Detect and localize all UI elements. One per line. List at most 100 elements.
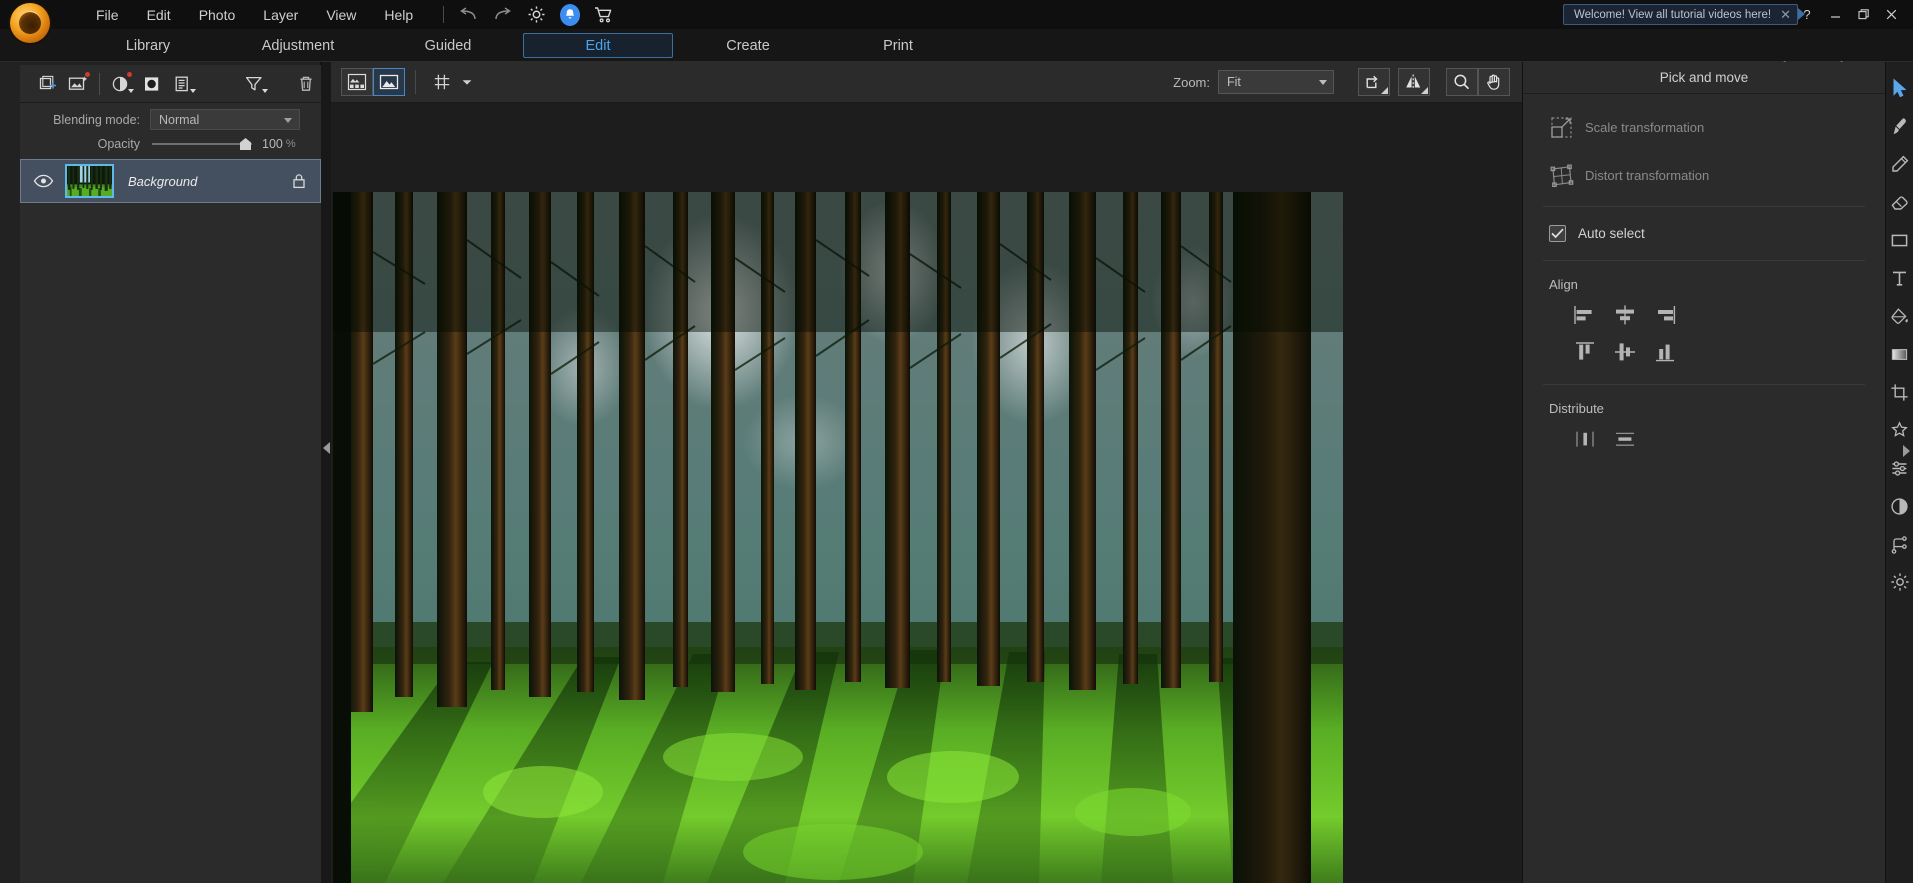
gear-icon[interactable] [526, 5, 546, 25]
auto-select-label: Auto select [1578, 226, 1645, 241]
panel-divider-3 [1543, 384, 1865, 385]
minimize-button[interactable] [1821, 2, 1849, 27]
rotate-options-indicator[interactable] [1381, 87, 1388, 94]
tab-edit[interactable]: Edit [523, 33, 673, 58]
gradient-tool[interactable] [1888, 342, 1912, 366]
auto-select-checkbox[interactable] [1549, 225, 1566, 242]
layer-options-button[interactable] [167, 69, 198, 99]
layer-tree-tool[interactable] [1888, 532, 1912, 556]
window-controls: ? [1793, 0, 1905, 29]
forest-photograph[interactable] [333, 192, 1343, 883]
close-button[interactable] [1877, 2, 1905, 27]
opacity-slider-thumb[interactable] [240, 138, 251, 150]
left-panel-collapse-strip[interactable] [321, 62, 331, 883]
menu-help[interactable]: Help [370, 1, 427, 29]
blending-mode-select[interactable]: Normal [150, 109, 300, 130]
eraser-tool[interactable] [1888, 190, 1912, 214]
pencil-tool[interactable] [1888, 152, 1912, 176]
distort-transformation-icon [1549, 163, 1585, 189]
tab-create[interactable]: Create [673, 33, 823, 58]
table-row[interactable]: Background [20, 159, 321, 203]
add-layer-button[interactable] [32, 69, 63, 99]
menu-bar: File Edit Photo Layer View Help [0, 0, 1913, 29]
add-photo-layer-button[interactable] [63, 69, 94, 99]
align-left-icon[interactable] [1565, 296, 1605, 333]
adjustment-tool[interactable] [1888, 456, 1912, 480]
align-bottom-icon[interactable] [1645, 333, 1685, 370]
brush-tool[interactable] [1888, 114, 1912, 138]
shape-tool[interactable] [1888, 228, 1912, 252]
tutorial-tooltip-close-icon[interactable]: ✕ [1780, 8, 1791, 21]
tab-guided[interactable]: Guided [373, 33, 523, 58]
tab-adjustment[interactable]: Adjustment [223, 33, 373, 58]
align-top-icon[interactable] [1565, 333, 1605, 370]
compare-view-button[interactable] [341, 68, 373, 96]
toolbar-divider-1 [99, 73, 100, 95]
tutorial-tooltip-text: Welcome! View all tutorial videos here! [1574, 9, 1771, 21]
menu-view[interactable]: View [312, 1, 370, 29]
notification-bell-icon[interactable] [560, 5, 580, 25]
tab-library[interactable]: Library [73, 33, 223, 58]
menu-file[interactable]: File [82, 1, 133, 29]
align-middle-vertical-icon[interactable] [1605, 333, 1645, 370]
chevron-down-icon[interactable] [262, 89, 268, 93]
align-right-icon[interactable] [1645, 296, 1685, 333]
collapse-right-arrow-icon[interactable] [1903, 445, 1910, 457]
chevron-down-icon[interactable] [190, 89, 196, 93]
forest-photo-render [333, 192, 1343, 883]
blending-mode-value: Normal [159, 113, 199, 127]
layer-name[interactable]: Background [128, 174, 197, 189]
pan-hand-button[interactable] [1478, 68, 1510, 96]
filter-layers-button[interactable] [239, 69, 270, 99]
menu-photo[interactable]: Photo [185, 1, 250, 29]
shopping-cart-icon[interactable] [594, 5, 614, 25]
auto-select-row[interactable]: Auto select [1523, 213, 1885, 254]
effects-tool[interactable] [1888, 494, 1912, 518]
fill-tool[interactable] [1888, 304, 1912, 328]
distort-transformation-item[interactable]: Distort transformation [1523, 152, 1885, 200]
pick-and-move-tool[interactable] [1888, 76, 1912, 100]
single-view-button[interactable] [373, 68, 405, 96]
layer-lock-icon[interactable] [292, 173, 306, 194]
crop-tool[interactable] [1888, 380, 1912, 404]
tab-print[interactable]: Print [823, 33, 973, 58]
flip-options-indicator[interactable] [1421, 87, 1428, 94]
opacity-slider[interactable] [152, 137, 252, 151]
adjustment-layer-button[interactable] [105, 69, 136, 99]
canvas-stage[interactable] [331, 103, 1522, 883]
delete-layer-button[interactable] [290, 69, 321, 99]
rotate-button[interactable] [1358, 68, 1390, 96]
settings-tool[interactable] [1888, 570, 1912, 594]
menu-edit[interactable]: Edit [133, 1, 185, 29]
grid-options-chevron-icon[interactable] [458, 68, 476, 96]
align-center-horizontal-icon[interactable] [1605, 296, 1645, 333]
grid-overlay-button[interactable] [426, 68, 458, 96]
menu-layer[interactable]: Layer [249, 1, 312, 29]
clone-tool[interactable] [1888, 418, 1912, 442]
layer-properties: Blending mode: Normal Opacity 100 % [20, 103, 321, 159]
layer-visibility-eye-icon[interactable] [21, 174, 65, 188]
opacity-value[interactable]: 100 [262, 137, 283, 151]
mask-layer-button[interactable] [136, 69, 167, 99]
zoom-tool-button[interactable] [1446, 68, 1478, 96]
layer-thumbnail[interactable] [65, 164, 114, 198]
photodirector-window: File Edit Photo Layer View Help [0, 0, 1913, 883]
chevron-down-icon[interactable] [128, 89, 134, 93]
scale-transformation-item[interactable]: Scale transformation [1523, 104, 1885, 152]
distribute-horizontal-icon[interactable] [1565, 420, 1605, 457]
text-tool[interactable] [1888, 266, 1912, 290]
undo-icon[interactable] [458, 5, 478, 25]
zoom-select[interactable]: Fit [1218, 70, 1334, 94]
distort-transformation-label: Distort transformation [1585, 167, 1709, 185]
collapse-left-arrow-icon[interactable] [323, 442, 330, 454]
redo-icon[interactable] [492, 5, 512, 25]
tutorial-tooltip: Welcome! View all tutorial videos here! … [1563, 4, 1798, 25]
maximize-button[interactable] [1849, 2, 1877, 27]
help-button[interactable]: ? [1793, 2, 1821, 27]
layers-toolbar [20, 65, 321, 103]
layer-list: Background [20, 159, 321, 883]
distribute-vertical-icon[interactable] [1605, 420, 1645, 457]
flip-button[interactable] [1398, 68, 1430, 96]
menu-items: File Edit Photo Layer View Help [82, 1, 427, 29]
distribute-row [1523, 420, 1885, 457]
